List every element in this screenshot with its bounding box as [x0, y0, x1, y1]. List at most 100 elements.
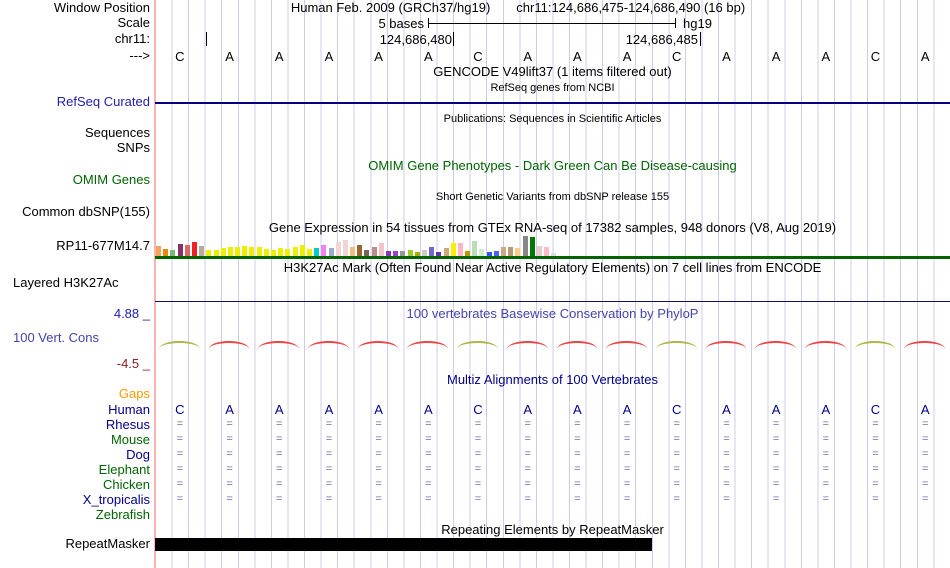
multiz-align-mark[interactable]: = — [553, 417, 603, 432]
multiz-align-mark[interactable]: = — [751, 432, 801, 447]
phylop-segment[interactable] — [655, 341, 697, 349]
multiz-align-mark[interactable]: = — [155, 432, 205, 447]
multiz-align-mark[interactable]: = — [801, 492, 851, 507]
multiz-align-mark[interactable]: = — [403, 477, 453, 492]
sequence-base[interactable]: A — [354, 49, 404, 64]
multiz-human-base[interactable]: C — [155, 402, 205, 417]
sequence-base[interactable]: C — [453, 49, 503, 64]
gtex-expression-barchart[interactable] — [156, 236, 557, 256]
gtex-tissue-bar[interactable] — [335, 242, 341, 256]
gtex-tissue-bar[interactable] — [551, 253, 557, 256]
multiz-align-mark[interactable]: = — [553, 477, 603, 492]
multiz-human-base[interactable]: C — [453, 402, 503, 417]
phylop-segment[interactable] — [854, 341, 896, 349]
multiz-align-mark[interactable]: = — [602, 462, 652, 477]
refseq-gene-line[interactable] — [155, 102, 950, 104]
multiz-human-base[interactable]: A — [900, 402, 950, 417]
multiz-align-mark[interactable]: = — [801, 447, 851, 462]
gtex-tissue-bar[interactable] — [465, 251, 471, 256]
multiz-align-mark[interactable]: = — [403, 462, 453, 477]
multiz-human-base[interactable]: A — [354, 402, 404, 417]
multiz-align-mark[interactable]: = — [801, 477, 851, 492]
h3k27ac-baseline[interactable] — [155, 301, 950, 302]
multiz-align-mark[interactable]: = — [205, 417, 255, 432]
multiz-align-mark[interactable]: = — [702, 462, 752, 477]
multiz-align-mark[interactable]: = — [900, 477, 950, 492]
sequence-base[interactable]: C — [851, 49, 901, 64]
gtex-tissue-bar[interactable] — [364, 250, 370, 256]
multiz-align-mark[interactable]: = — [553, 492, 603, 507]
dbsnp-track-title[interactable]: Short Genetic Variants from dbSNP releas… — [155, 190, 950, 204]
gtex-tissue-bar[interactable] — [544, 247, 550, 256]
gtex-tissue-bar[interactable] — [156, 246, 161, 256]
multiz-align-mark[interactable]: = — [553, 432, 603, 447]
gtex-tissue-bar[interactable] — [342, 240, 348, 256]
gtex-tissue-bar[interactable] — [299, 245, 305, 256]
phylop-segment[interactable] — [904, 341, 945, 349]
multiz-align-mark[interactable]: = — [354, 462, 404, 477]
gtex-tissue-bar[interactable] — [278, 248, 284, 256]
conservation-track-title[interactable]: 100 vertebrates Basewise Conservation by… — [155, 307, 950, 321]
multiz-align-mark[interactable]: = — [304, 447, 354, 462]
gtex-tissue-bar[interactable] — [407, 250, 413, 256]
multiz-human-base[interactable]: A — [503, 402, 553, 417]
gtex-tissue-bar[interactable] — [206, 250, 212, 256]
multiz-align-mark[interactable]: = — [652, 462, 702, 477]
multiz-align-mark[interactable]: = — [354, 432, 404, 447]
multiz-align-mark[interactable]: = — [254, 477, 304, 492]
gtex-tissue-bar[interactable] — [321, 245, 327, 256]
sequence-row[interactable]: CAAAAACAAACAAACA — [155, 49, 950, 64]
multiz-align-mark[interactable]: = — [900, 432, 950, 447]
phylop-segment[interactable] — [506, 341, 548, 349]
multiz-human-base[interactable]: A — [403, 402, 453, 417]
gtex-tissue-bar[interactable] — [436, 252, 442, 256]
multiz-align-mark[interactable]: = — [205, 492, 255, 507]
multiz-align-mark[interactable]: = — [205, 447, 255, 462]
sequence-base[interactable]: A — [254, 49, 304, 64]
multiz-align-mark[interactable]: = — [652, 447, 702, 462]
multiz-align-mark[interactable]: = — [453, 492, 503, 507]
gtex-tissue-bar[interactable] — [529, 237, 535, 256]
sequence-base[interactable]: A — [801, 49, 851, 64]
gtex-tissue-bar[interactable] — [443, 248, 449, 256]
multiz-align-mark[interactable]: = — [553, 462, 603, 477]
multiz-align-mark[interactable]: = — [652, 417, 702, 432]
gtex-tissue-bar[interactable] — [350, 247, 356, 256]
gtex-tissue-bar[interactable] — [256, 247, 262, 256]
multiz-align-mark[interactable]: = — [354, 417, 404, 432]
phylop-segment[interactable] — [208, 341, 250, 349]
multiz-align-mark[interactable]: = — [801, 462, 851, 477]
gtex-track-title[interactable]: Gene Expression in 54 tissues from GTEx … — [155, 221, 950, 235]
multiz-align-mark[interactable]: = — [155, 447, 205, 462]
phylop-segment[interactable] — [258, 341, 300, 349]
multiz-align-mark[interactable]: = — [702, 432, 752, 447]
multiz-align-mark[interactable]: = — [304, 417, 354, 432]
phylop-segment[interactable] — [755, 341, 796, 349]
gtex-tissue-bar[interactable] — [163, 249, 169, 256]
multiz-align-mark[interactable]: = — [254, 432, 304, 447]
multiz-align-mark[interactable]: = — [453, 462, 503, 477]
phylop-segment[interactable] — [804, 341, 846, 349]
gtex-tissue-bar[interactable] — [414, 252, 420, 256]
multiz-align-mark[interactable]: = — [900, 417, 950, 432]
multiz-align-mark[interactable]: = — [155, 477, 205, 492]
multiz-human-base[interactable]: A — [254, 402, 304, 417]
multiz-align-mark[interactable]: = — [453, 432, 503, 447]
phylop-segment[interactable] — [308, 341, 349, 349]
gtex-tissue-bar[interactable] — [393, 251, 399, 256]
multiz-align-mark[interactable]: = — [503, 492, 553, 507]
refseq-track-subtitle[interactable]: RefSeq genes from NCBI — [155, 81, 950, 95]
gtex-tissue-bar[interactable] — [479, 249, 485, 256]
multiz-human-base[interactable]: C — [652, 402, 702, 417]
gtex-tissue-bar[interactable] — [220, 248, 226, 256]
gtex-tissue-bar[interactable] — [386, 251, 391, 256]
multiz-align-mark[interactable]: = — [205, 432, 255, 447]
gtex-tissue-bar[interactable] — [421, 250, 427, 256]
sequence-base[interactable]: A — [403, 49, 453, 64]
multiz-align-mark[interactable]: = — [851, 492, 901, 507]
repeatmasker-element-bar[interactable] — [155, 538, 652, 551]
multiz-human-base[interactable]: A — [602, 402, 652, 417]
sequence-base[interactable]: C — [155, 49, 205, 64]
phylop-segment[interactable] — [357, 341, 399, 349]
gtex-tissue-bar[interactable] — [285, 249, 291, 256]
